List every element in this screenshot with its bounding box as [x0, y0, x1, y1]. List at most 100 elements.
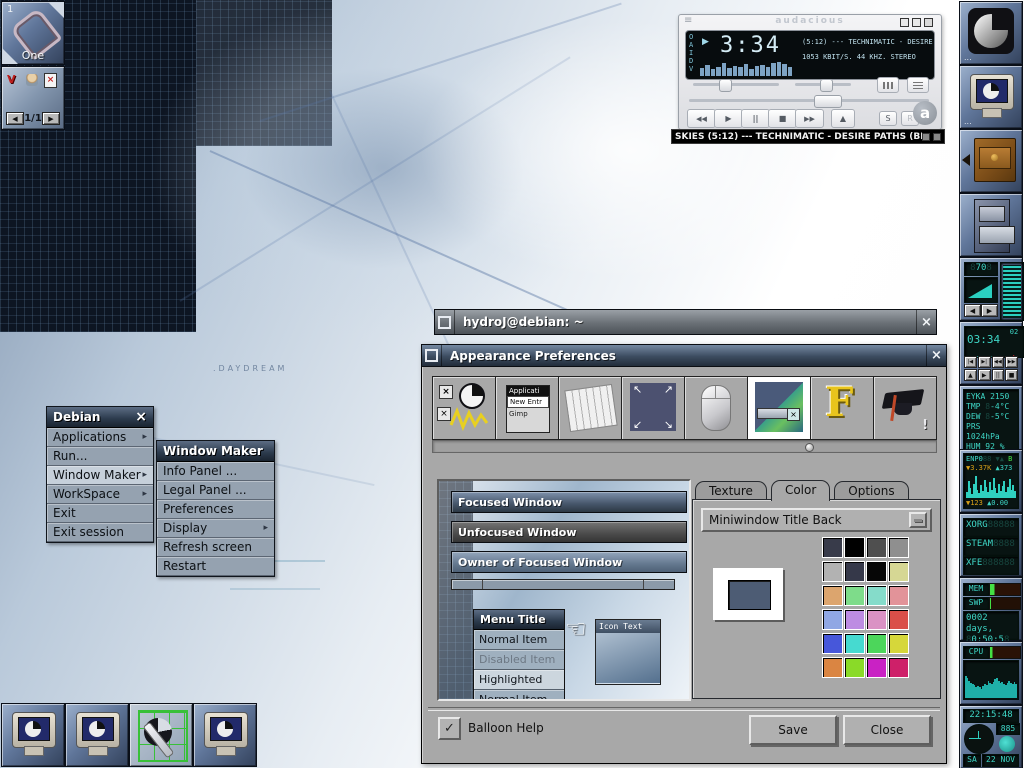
prefs-icon-expert[interactable]: ! [874, 377, 936, 439]
clip-triangle-tr[interactable] [48, 2, 64, 18]
dock-icon-wprefs[interactable] [129, 703, 193, 767]
dock-icon-drawer[interactable] [959, 129, 1023, 193]
playlist-close-button[interactable] [933, 133, 941, 141]
eject-button[interactable]: ▲ [831, 109, 855, 128]
skip-back-button[interactable]: |◀ [964, 356, 977, 368]
dockapp-mixer[interactable]: 8708 ◀ ▶ [959, 257, 1023, 321]
color-swatch[interactable] [844, 657, 865, 678]
color-swatch[interactable] [822, 609, 843, 630]
player-close-button[interactable] [924, 18, 933, 27]
prefs-icon-window-focus[interactable]: × × [433, 377, 496, 439]
menu-item-info-panel[interactable]: Info Panel ... [157, 462, 274, 481]
play-button[interactable]: ▶ [714, 109, 743, 128]
preview-menu-item-normal2[interactable]: Normal Item [474, 690, 564, 701]
color-swatch[interactable] [822, 537, 843, 558]
shuffle-button[interactable]: S [879, 111, 897, 126]
dock-icon-file-cabinet[interactable] [959, 193, 1023, 257]
menu-item-run[interactable]: Run... [47, 447, 153, 466]
playlist-bar[interactable]: SKIES (5:12) --- TECHNIMATIC - DESIRE PA… [671, 129, 945, 144]
color-swatch[interactable] [866, 657, 887, 678]
equalizer-button[interactable] [877, 77, 899, 93]
dockapp-app-monitors[interactable]: XORG88888 STEAM8888 XFE888888 [959, 513, 1023, 577]
color-swatch[interactable] [888, 633, 909, 654]
terminal-miniaturize-button[interactable] [435, 310, 455, 334]
color-swatch[interactable] [888, 561, 909, 582]
color-swatch[interactable] [822, 585, 843, 606]
dockapp-clock[interactable]: 22:15:48 885 SA 22 NOV [959, 705, 1023, 768]
skip-fwd-button[interactable]: ▶| [978, 356, 991, 368]
tab-texture[interactable]: Texture [695, 481, 767, 501]
menu-item-refresh-screen[interactable]: Refresh screen [157, 538, 274, 557]
preview-menu-item-disabled[interactable]: Disabled Item [474, 650, 564, 670]
color-swatch[interactable] [888, 537, 909, 558]
color-swatch[interactable] [866, 609, 887, 630]
terminal-close-button[interactable]: × [916, 310, 936, 334]
menu-item-preferences[interactable]: Preferences [157, 500, 274, 519]
player-minimize-button[interactable] [900, 18, 909, 27]
menu-item-applications[interactable]: Applications▸ [47, 428, 153, 447]
menu-item-window-maker[interactable]: Window Maker▸ [47, 466, 153, 485]
terminal-window-titlebar[interactable]: hydroJ@debian: ~ × [434, 309, 937, 335]
preview-unfocused-titlebar[interactable]: Unfocused Window [451, 521, 687, 543]
playlist-button[interactable] [907, 77, 929, 93]
menu-item-display[interactable]: Display▸ [157, 519, 274, 538]
pause-button[interactable]: || [992, 369, 1005, 381]
dock-icon-xterm-3[interactable] [193, 703, 257, 767]
prev-button[interactable]: ◀◀ [687, 109, 716, 128]
color-swatch[interactable] [844, 537, 865, 558]
mixer-prev-channel-button[interactable]: ◀ [964, 304, 981, 317]
color-swatch[interactable] [844, 633, 865, 654]
color-swatch[interactable] [866, 561, 887, 582]
dropdown-button[interactable] [909, 512, 927, 528]
icon-row-scroll-knob[interactable] [805, 443, 814, 452]
prefs-close-button[interactable]: × [926, 345, 946, 366]
debian-menu-titlebar[interactable]: Debian × [47, 407, 153, 428]
menu-item-exit-session[interactable]: Exit session [47, 523, 153, 542]
color-swatch[interactable] [822, 561, 843, 582]
dockapp-cpu[interactable]: CPU [959, 641, 1023, 705]
pause-button[interactable]: || [741, 109, 770, 128]
dock-icon-xterm-1[interactable] [1, 703, 65, 767]
preview-menu-title[interactable]: Menu Title [474, 610, 564, 630]
prefs-icon-workspace[interactable]: ↖ ↗ ↙ ↘ [622, 377, 685, 439]
mixer-next-channel-button[interactable]: ▶ [981, 304, 998, 317]
color-swatch[interactable] [866, 537, 887, 558]
color-swatch[interactable] [844, 609, 865, 630]
preview-icon[interactable]: Icon Text [595, 619, 661, 685]
color-swatch[interactable] [888, 609, 909, 630]
color-swatch[interactable] [844, 585, 865, 606]
preview-menu-item-normal[interactable]: Normal Item [474, 630, 564, 650]
pager-next-button[interactable]: ▶ [42, 112, 60, 125]
dockapp-music-clock[interactable]: 03:34 02 EATH TH ♪ |◀ ▶| ◀◀ ▶▶ ▲ ▶ || ■ [959, 321, 1023, 385]
prefs-icon-appearance[interactable]: × [748, 377, 811, 439]
balloon-help-checkbox[interactable]: ✓ [438, 717, 461, 740]
preview-resizebar[interactable] [451, 579, 675, 590]
debian-menu-close-icon[interactable]: × [135, 409, 147, 425]
prefs-icon-mouse[interactable] [685, 377, 748, 439]
seek-slider[interactable] [689, 99, 929, 102]
icon-row-scrollbar[interactable] [432, 440, 937, 453]
workspace-clip[interactable]: 1 One [1, 1, 65, 65]
dock-icon-gnustep[interactable]: ... [959, 1, 1023, 65]
prefs-icon-font[interactable]: F [811, 377, 874, 439]
dock-icon-xterm-2[interactable] [65, 703, 129, 767]
player-shade-button[interactable] [912, 18, 921, 27]
menu-item-workspace[interactable]: WorkSpace▸ [47, 485, 153, 504]
audio-player-window[interactable]: ≡ audacious OAIDV ▶ 3:34 (5:12) --- TECH… [678, 14, 942, 130]
wm-submenu-titlebar[interactable]: Window Maker [157, 441, 274, 462]
dockapp-memory[interactable]: MEM SWP 0002 days, 80:50:58 [959, 577, 1023, 641]
next-button[interactable]: ▶▶ [795, 109, 824, 128]
preview-focused-titlebar[interactable]: Focused Window [451, 491, 687, 513]
color-swatch[interactable] [866, 585, 887, 606]
seek-knob[interactable] [814, 95, 842, 108]
dock-icon-terminal[interactable]: ... [959, 65, 1023, 129]
eject-button[interactable]: ▲ [964, 369, 977, 381]
menu-item-exit[interactable]: Exit [47, 504, 153, 523]
preview-menu-item-highlighted[interactable]: Highlighted [474, 670, 564, 690]
playlist-shade-button[interactable] [922, 133, 930, 141]
menu-item-legal-panel[interactable]: Legal Panel ... [157, 481, 274, 500]
volume-knob[interactable] [719, 79, 732, 92]
stop-button[interactable]: ■ [1005, 369, 1018, 381]
play-button[interactable]: ▶ [978, 369, 991, 381]
color-swatch[interactable] [888, 657, 909, 678]
